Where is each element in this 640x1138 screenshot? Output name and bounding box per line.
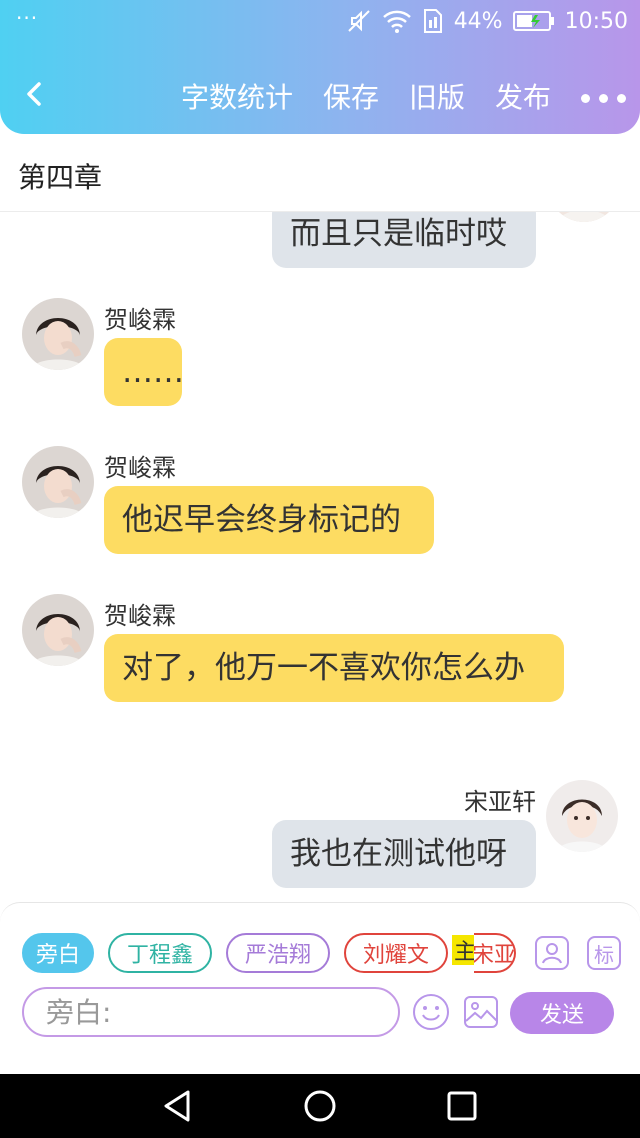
message-bubble[interactable]: 他迟早会终身标记的 bbox=[104, 486, 434, 554]
system-home-button[interactable] bbox=[302, 1088, 338, 1124]
clock: 10:50 bbox=[564, 8, 628, 34]
wifi-icon bbox=[382, 10, 411, 33]
avatar[interactable] bbox=[546, 780, 618, 852]
sender-name: 贺峻霖 bbox=[104, 454, 176, 482]
character-selector: 旁白 丁程鑫 严浩翔 刘耀文 主 宋亚 标 bbox=[0, 931, 640, 975]
send-button[interactable]: 发送 bbox=[510, 992, 614, 1034]
message-bubble[interactable]: 而且只是临时哎 bbox=[272, 212, 536, 268]
square-recents-icon bbox=[447, 1091, 477, 1121]
user-card-icon bbox=[535, 936, 569, 970]
mark-button[interactable]: 标 bbox=[586, 935, 622, 971]
message-text: 对了，他万一不喜欢你怎么办 bbox=[122, 650, 525, 686]
avatar[interactable] bbox=[22, 594, 94, 666]
avatar[interactable] bbox=[22, 446, 94, 518]
chip-label: 严浩翔 bbox=[244, 943, 311, 968]
chip-label: 宋亚 bbox=[474, 943, 516, 968]
circle-home-icon bbox=[304, 1090, 336, 1122]
chip-label: 刘耀文 bbox=[362, 943, 429, 968]
character-chip[interactable]: 宋亚 bbox=[474, 933, 516, 973]
more-dot bbox=[599, 93, 608, 103]
system-back-button[interactable] bbox=[160, 1088, 196, 1124]
character-chip[interactable]: 严浩翔 bbox=[226, 933, 330, 973]
sender-name: 贺峻霖 bbox=[104, 602, 176, 630]
character-chip[interactable]: 刘耀文 bbox=[344, 933, 448, 973]
chapter-bar: 第四章 bbox=[0, 134, 640, 212]
triangle-back-icon bbox=[164, 1090, 190, 1122]
message-bubble[interactable]: 对了，他万一不喜欢你怎么办 bbox=[104, 634, 564, 702]
word-count-button[interactable]: 字数统计 bbox=[181, 76, 293, 116]
old-version-button[interactable]: 旧版 bbox=[409, 76, 465, 116]
status-indicators: 44% 10:50 bbox=[346, 8, 628, 34]
image-button[interactable] bbox=[462, 993, 500, 1031]
message-text: 我也在测试他呀 bbox=[290, 836, 507, 872]
chapter-title[interactable]: 第四章 bbox=[18, 156, 102, 196]
emoji-button[interactable] bbox=[412, 993, 450, 1031]
sim-icon bbox=[423, 9, 442, 33]
sender-name: 贺峻霖 bbox=[104, 306, 176, 334]
chip-label: 丁程鑫 bbox=[126, 943, 193, 968]
back-button[interactable] bbox=[18, 76, 52, 112]
notification-dots: ··· bbox=[16, 6, 39, 30]
more-options-button[interactable] bbox=[581, 90, 626, 103]
image-icon bbox=[464, 996, 498, 1028]
chevron-left-icon bbox=[27, 82, 41, 106]
more-dot bbox=[617, 93, 626, 103]
smiley-icon bbox=[413, 994, 449, 1030]
mark-label: 标 bbox=[594, 942, 614, 967]
battery-icon bbox=[512, 11, 554, 31]
battery-percent: 44% bbox=[453, 8, 503, 34]
publish-button[interactable]: 发布 bbox=[495, 76, 551, 116]
message-text: …… bbox=[122, 354, 184, 390]
chip-label: 旁白 bbox=[35, 943, 80, 968]
mute-icon bbox=[347, 10, 370, 32]
input-panel: 旁白 丁程鑫 严浩翔 刘耀文 主 宋亚 标 发送 bbox=[0, 902, 640, 1040]
message-text: 而且只是临时哎 bbox=[290, 216, 507, 252]
more-dot bbox=[581, 93, 590, 103]
status-bar: ··· 44% 10:50 bbox=[0, 0, 640, 44]
system-recents-button[interactable] bbox=[444, 1088, 480, 1124]
message-input[interactable] bbox=[22, 987, 400, 1037]
avatar[interactable] bbox=[548, 212, 620, 222]
toolbar-actions: 字数统计 保存 旧版 发布 bbox=[151, 76, 626, 116]
system-navigation-bar bbox=[0, 1074, 640, 1138]
chip-label: 主 bbox=[453, 940, 476, 965]
header-bar: ··· 44% 10:50 字数统计 保存 旧版 发布 bbox=[0, 0, 640, 134]
character-chip-narrator[interactable]: 旁白 bbox=[22, 933, 94, 973]
role-card-button[interactable] bbox=[534, 935, 570, 971]
sender-name: 宋亚轩 bbox=[464, 788, 536, 816]
message-bubble[interactable]: 我也在测试他呀 bbox=[272, 820, 536, 888]
send-label: 发送 bbox=[539, 1003, 584, 1028]
toolbar: 字数统计 保存 旧版 发布 bbox=[0, 62, 640, 128]
save-button[interactable]: 保存 bbox=[323, 76, 379, 116]
message-text: 他迟早会终身标记的 bbox=[122, 502, 401, 538]
chat-area[interactable]: 而且只是临时哎 贺峻霖 …… 贺峻霖 他迟早会终身标记的 贺峻霖 对了，他万一不… bbox=[0, 212, 640, 902]
avatar[interactable] bbox=[22, 298, 94, 370]
message-bubble[interactable]: …… bbox=[104, 338, 184, 406]
character-chip[interactable]: 丁程鑫 bbox=[108, 933, 212, 973]
